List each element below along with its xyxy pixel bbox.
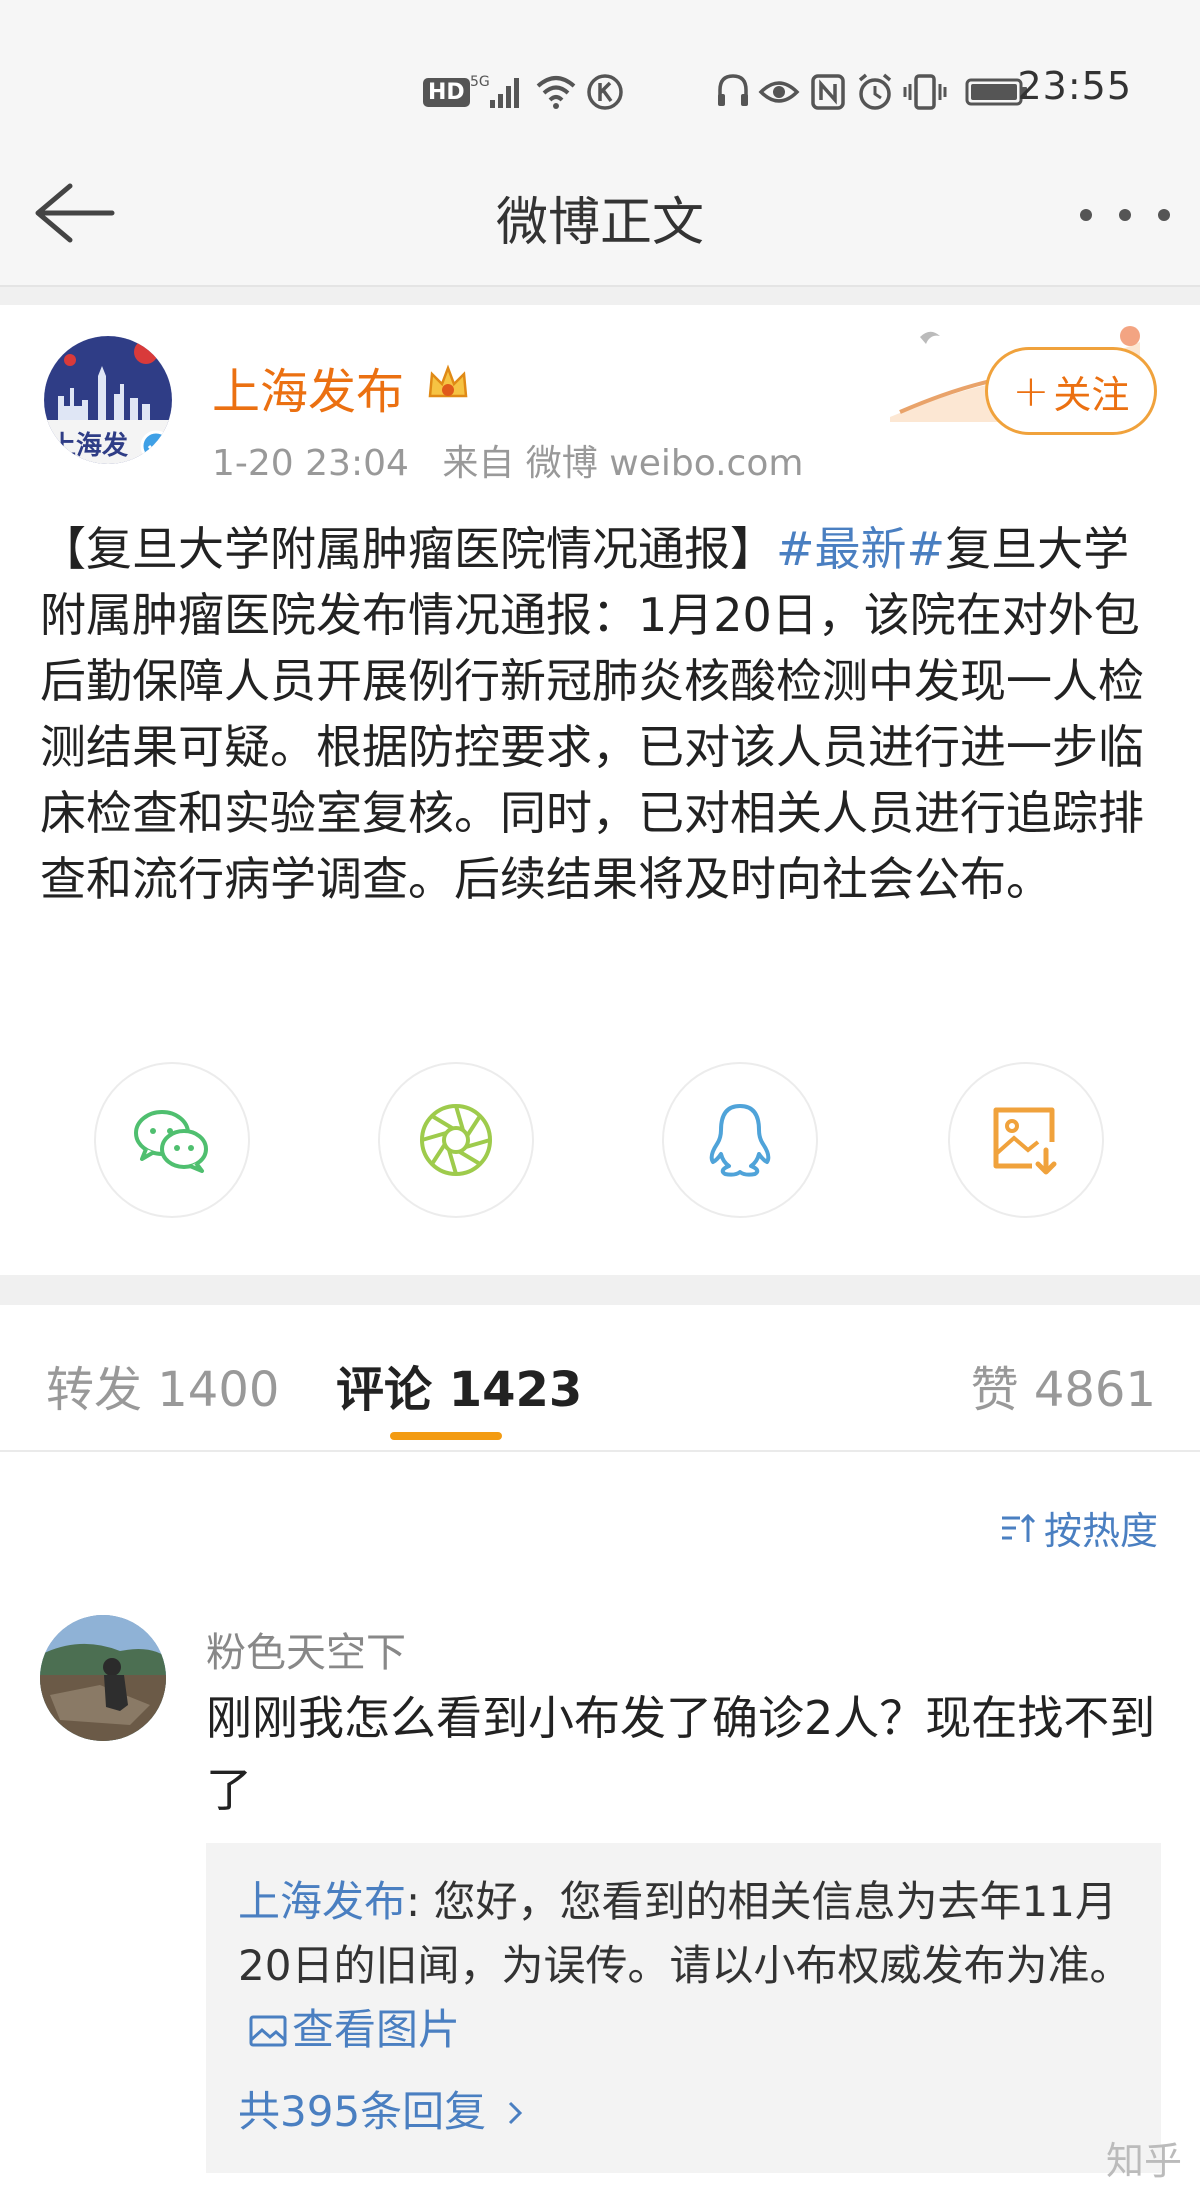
divider [0, 287, 1200, 305]
avatar-photo-image [40, 1615, 166, 1741]
k-icon [585, 72, 625, 112]
headset-icon [715, 72, 751, 112]
comment-text: 刚刚我怎么看到小布发了确诊2人？现在找不到了 [206, 1691, 1156, 1817]
chevron-right-icon [509, 2101, 523, 2125]
more-options-button[interactable] [1080, 200, 1170, 230]
dot-icon [1080, 209, 1092, 221]
share-moments-button[interactable] [378, 1062, 534, 1218]
author-avatar[interactable]: 上海发 [44, 336, 172, 464]
plus-icon: + [1012, 365, 1050, 417]
post-source: 来自 微博 weibo.com [442, 443, 804, 484]
divider [0, 1450, 1200, 1452]
hashtag-link[interactable]: #最新# [776, 522, 945, 576]
eye-icon [758, 72, 800, 112]
active-tab-indicator [390, 1432, 502, 1440]
divider [0, 1275, 1200, 1305]
post-body: 【复旦大学附属肿瘤医院情况通报】#最新#复旦大学附属肿瘤医院发布情况通报：1月2… [40, 522, 1144, 906]
tab-comment[interactable]: 评论 1423 [336, 1350, 582, 1420]
signal-icon: 5G [470, 72, 526, 112]
dot-icon [1158, 209, 1170, 221]
sort-by-hot-button[interactable]: 按热度 [998, 1500, 1158, 1555]
author-name[interactable]: 上海发布 [212, 352, 404, 422]
wechat-icon [134, 1110, 208, 1173]
reply-text: 上海发布: 您好，您看到的相关信息为去年11月20日的旧闻，为误传。请以小布权威… [238, 1877, 1132, 2054]
commenter-name[interactable]: 粉色天空下 [206, 1620, 406, 1678]
vip-crown-icon [424, 360, 472, 408]
tab-repost[interactable]: 转发 1400 [46, 1350, 279, 1420]
dot-icon [1119, 209, 1131, 221]
qq-icon [709, 1104, 771, 1177]
post-meta: 1-20 23:04 来自 微博 weibo.com [212, 434, 803, 486]
sort-icon [1001, 1513, 1036, 1542]
wifi-icon [535, 72, 577, 112]
nfc-icon [810, 72, 846, 112]
follow-button[interactable]: + 关注 [985, 347, 1157, 435]
reply-count-link[interactable]: 共395条回复 [238, 2078, 530, 2139]
image-icon [249, 2015, 287, 2047]
share-wechat-button[interactable] [94, 1062, 250, 1218]
save-image-button[interactable] [948, 1062, 1104, 1218]
vibrate-icon [902, 72, 948, 112]
avatar-logo-image: 上海发 [44, 336, 172, 464]
hd-icon: HD [423, 72, 470, 112]
save-image-icon [993, 1107, 1057, 1175]
moments-icon [420, 1104, 492, 1176]
view-image-link[interactable]: 查看图片 [238, 2005, 460, 2054]
clock: 23:55 [1017, 64, 1132, 108]
watermark: 知乎 [1105, 2139, 1182, 2183]
share-qq-button[interactable] [662, 1062, 818, 1218]
reply-author-link[interactable]: 上海发布 [238, 1877, 406, 1926]
page-title: 微博正文 [495, 193, 704, 253]
alarm-icon [855, 72, 895, 112]
svg-text:5G: 5G [470, 74, 490, 90]
commenter-avatar[interactable] [40, 1615, 166, 1741]
post-time: 1-20 23:04 [212, 443, 409, 484]
tab-like[interactable]: 赞 4861 [971, 1350, 1156, 1420]
svg-text:上海发: 上海发 [50, 430, 128, 461]
